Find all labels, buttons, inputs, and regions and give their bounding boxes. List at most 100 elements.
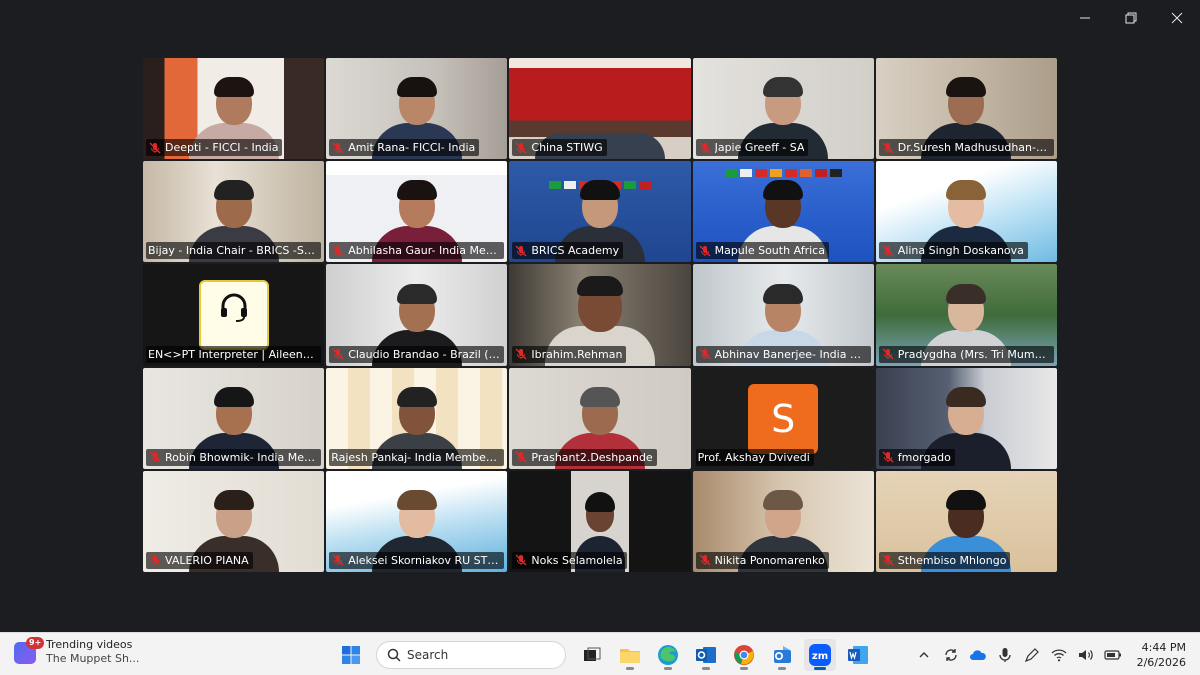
- word-icon: [848, 645, 868, 664]
- zoom-icon: zm: [809, 643, 831, 666]
- muted-mic-icon: [882, 554, 894, 566]
- participant-tile[interactable]: Sthembiso Mhlongo: [875, 470, 1057, 572]
- widgets-button[interactable]: 9+ Trending videos The Muppet Sh...: [14, 637, 140, 666]
- participant-name: Abhinav Banerjee- India Mem...: [714, 347, 867, 361]
- participant-name-plate: Abhinav Banerjee- India Mem...: [695, 345, 871, 363]
- participant-tile[interactable]: Prashant2.Deshpande: [509, 367, 691, 469]
- muted-mic-icon: [515, 142, 527, 154]
- participant-name-plate: Nikita Ponomarenko: [695, 551, 829, 569]
- widgets-icon: 9+: [14, 637, 45, 664]
- participant-name: Aleksei Skorniakov RU STIWG: [348, 553, 501, 567]
- search-input[interactable]: [407, 647, 547, 662]
- participant-tile[interactable]: fmorgado: [875, 367, 1057, 469]
- participant-tile[interactable]: Abhilasha Gaur- India Membe...: [326, 161, 508, 263]
- participant-name-plate: Ibrahim.Rehman: [512, 345, 627, 363]
- participant-name: EN<>PT Interpreter | Aileen Schl...: [148, 347, 317, 361]
- pen-tray-button[interactable]: [1023, 646, 1041, 664]
- participant-tile[interactable]: China STIWG: [509, 58, 691, 160]
- battery-icon: [1103, 649, 1121, 660]
- participant-tile[interactable]: Claudio Brandao - Brazil (Eme...: [326, 264, 508, 366]
- participant-name: Deepti - FICCI - India: [165, 141, 279, 155]
- word-button[interactable]: [842, 639, 874, 671]
- participant-name: Noks Selamolela: [531, 553, 623, 567]
- close-button[interactable]: [1154, 0, 1200, 36]
- outlook-new-button[interactable]: [766, 639, 798, 671]
- participant-name: Nikita Ponomarenko: [714, 553, 825, 567]
- participant-name: Rajesh Pankaj- India Member - S...: [331, 450, 501, 464]
- participant-name-plate: EN<>PT Interpreter | Aileen Schl...: [146, 345, 322, 363]
- task-view-button[interactable]: [576, 639, 608, 671]
- taskbar-clock[interactable]: 4:44 PM 2/6/2026: [1137, 640, 1186, 670]
- participant-tile[interactable]: EN<>PT Interpreter | Aileen Schl...: [143, 264, 325, 366]
- muted-mic-icon: [515, 451, 527, 463]
- muted-mic-icon: [149, 451, 161, 463]
- participant-tile[interactable]: Abhinav Banerjee- India Mem...: [692, 264, 874, 366]
- participant-name: Abhilasha Gaur- India Membe...: [348, 244, 501, 258]
- chrome-button[interactable]: [728, 639, 760, 671]
- participant-tile[interactable]: Pradygdha (Mrs. Tri Mumpuni...: [875, 264, 1057, 366]
- file-explorer-button[interactable]: [614, 639, 646, 671]
- participant-name-plate: Prashant2.Deshpande: [512, 448, 657, 466]
- sync-tray-button[interactable]: [942, 646, 960, 664]
- participant-tile[interactable]: Nikita Ponomarenko: [692, 470, 874, 572]
- show-hidden-icons-button[interactable]: [915, 646, 933, 664]
- participant-avatar: S: [748, 383, 819, 454]
- participant-name-plate: Bijay - India Chair - BRICS -STIWG: [146, 242, 322, 260]
- participant-tile[interactable]: Mapule South Africa: [692, 161, 874, 263]
- participant-tile[interactable]: Deepti - FICCI - India: [143, 58, 325, 160]
- participant-name-plate: Amit Rana- FICCI- India: [329, 139, 480, 157]
- restore-button[interactable]: [1108, 0, 1154, 36]
- pen-icon: [1024, 647, 1039, 662]
- volume-tray-button[interactable]: [1077, 646, 1095, 664]
- microphone-tray-button[interactable]: [996, 646, 1014, 664]
- participant-tile[interactable]: Rajesh Pankaj- India Member - S...: [326, 367, 508, 469]
- participant-name-plate: Sthembiso Mhlongo: [878, 551, 1011, 569]
- onedrive-icon: [969, 649, 986, 660]
- onedrive-tray-button[interactable]: [969, 646, 987, 664]
- participant-tile[interactable]: VALERIO PIANA: [143, 470, 325, 572]
- participant-name-plate: fmorgado: [878, 448, 955, 466]
- widget-subtitle: The Muppet Sh...: [46, 652, 140, 665]
- muted-mic-icon: [515, 554, 527, 566]
- participant-name: fmorgado: [897, 450, 951, 464]
- minimize-button[interactable]: [1062, 0, 1108, 36]
- participant-tile[interactable]: Amit Rana- FICCI- India: [326, 58, 508, 160]
- muted-mic-icon: [699, 142, 711, 154]
- participant-name: Dr.Suresh Madhusudhan- India...: [897, 141, 1050, 155]
- participant-tile[interactable]: Aleksei Skorniakov RU STIWG: [326, 470, 508, 572]
- zoom-button[interactable]: zm: [804, 638, 836, 671]
- muted-mic-icon: [882, 142, 894, 154]
- volume-icon: [1078, 649, 1093, 660]
- participant-tile[interactable]: Noks Selamolela: [509, 470, 691, 572]
- taskbar-apps: zm: [336, 638, 874, 671]
- battery-tray-button[interactable]: [1103, 646, 1122, 664]
- window-controls: [1062, 0, 1200, 36]
- muted-mic-icon: [882, 348, 894, 360]
- participant-tile[interactable]: Dr.Suresh Madhusudhan- India...: [875, 58, 1057, 160]
- participant-tile[interactable]: Robin Bhowmik- India Memb...: [143, 367, 325, 469]
- participant-name-plate: Alina Singh Doskanova: [878, 242, 1028, 260]
- outlook-button[interactable]: [690, 639, 722, 671]
- edge-icon: [658, 644, 678, 665]
- participant-tile[interactable]: Bijay - India Chair - BRICS -STIWG: [143, 161, 325, 263]
- muted-mic-icon: [515, 348, 527, 360]
- widget-title: Trending videos: [46, 638, 133, 651]
- participant-name-plate: BRICS Academy: [512, 242, 624, 260]
- participant-tile[interactable]: BRICS Academy: [509, 161, 691, 263]
- muted-mic-icon: [149, 142, 161, 154]
- muted-mic-icon: [332, 245, 344, 257]
- clock-date: 2/6/2026: [1136, 655, 1186, 669]
- taskbar-search[interactable]: [376, 640, 566, 669]
- participant-name: Alina Singh Doskanova: [897, 244, 1024, 258]
- windows-taskbar: 9+ Trending videos The Muppet Sh... Sear…: [0, 632, 1200, 675]
- close-icon: [1171, 12, 1183, 24]
- network-tray-button[interactable]: [1050, 646, 1068, 664]
- participant-tile[interactable]: Ibrahim.Rehman: [509, 264, 691, 366]
- participant-tile[interactable]: Alina Singh Doskanova: [875, 161, 1057, 263]
- participant-name: Ibrahim.Rehman: [531, 347, 623, 361]
- participant-name-plate: Abhilasha Gaur- India Membe...: [329, 242, 505, 260]
- participant-tile[interactable]: Japie Greeff - SA: [692, 58, 874, 160]
- edge-button[interactable]: [652, 639, 684, 671]
- start-button[interactable]: [336, 640, 366, 670]
- participant-tile-active-speaker[interactable]: S Prof. Akshay Dvivedi: [692, 367, 874, 469]
